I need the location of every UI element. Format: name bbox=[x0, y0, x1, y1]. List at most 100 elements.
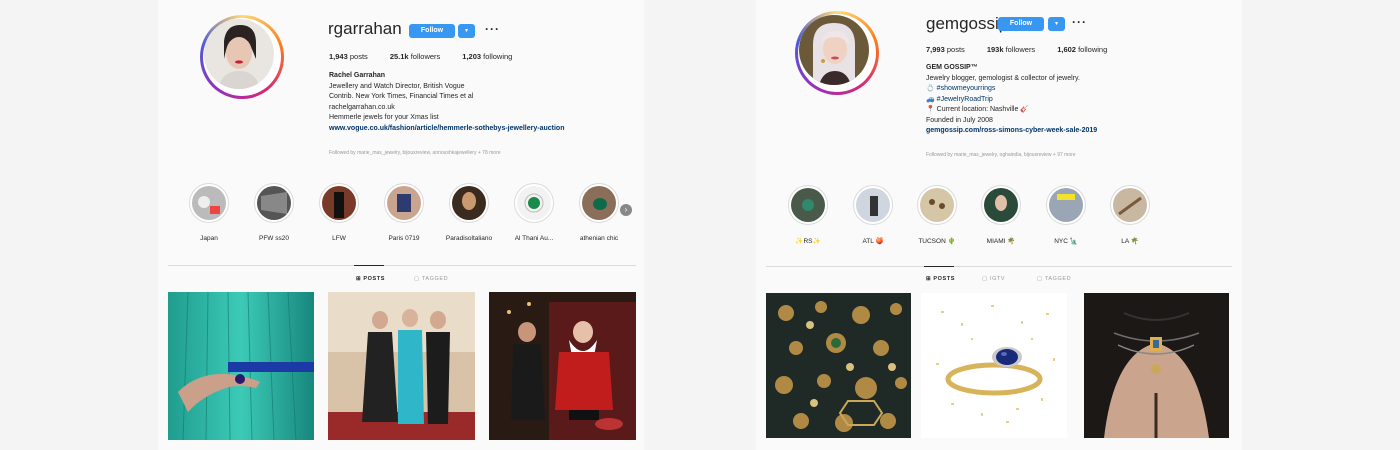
bio-line: Contrib. New York Times, Financial Times… bbox=[329, 93, 474, 100]
bio-website-link[interactable]: gemgossip.com/ross-simons-cyber-week-sal… bbox=[926, 126, 1097, 137]
highlight-pfw-ss20[interactable]: PFW ss20 bbox=[244, 183, 304, 242]
highlight-cover bbox=[791, 188, 825, 222]
follow-button[interactable]: Follow bbox=[998, 17, 1044, 31]
highlight-paris-0719[interactable]: Paris 0719 bbox=[374, 183, 434, 242]
avatar-photo bbox=[799, 15, 869, 85]
highlight-label: LA 🌴 bbox=[1121, 238, 1139, 245]
highlight-label: NYC 🗽 bbox=[1054, 238, 1078, 245]
car-icon: 🚙 bbox=[926, 95, 935, 103]
tab-igtv[interactable]: ▢ IGTV bbox=[982, 276, 1005, 282]
highlight-label: Paradisoltaliano bbox=[445, 235, 493, 242]
username: gemgossip bbox=[926, 14, 1009, 33]
highlights-next-icon[interactable]: › bbox=[620, 204, 632, 216]
follow-button[interactable]: Follow bbox=[409, 24, 455, 38]
tab-tagged[interactable]: ▢ TAGGED bbox=[1037, 276, 1071, 282]
active-tab-indicator bbox=[354, 265, 384, 266]
post-image bbox=[921, 293, 1067, 438]
highlight-cover bbox=[387, 186, 421, 220]
highlight-label: ✨RS✨ bbox=[795, 238, 821, 245]
highlight-cover bbox=[452, 186, 486, 220]
avatar-photo bbox=[204, 19, 274, 89]
highlight-cover bbox=[1113, 188, 1147, 222]
post-image bbox=[489, 292, 636, 440]
post-thumbnail[interactable] bbox=[766, 293, 911, 438]
more-options-icon[interactable]: ··· bbox=[1072, 15, 1087, 29]
bio-line: Founded in July 2008 bbox=[926, 116, 993, 124]
highlight-label: LFW bbox=[332, 235, 346, 242]
highlight-label: athenian chic bbox=[579, 235, 619, 242]
highlight-lfw[interactable]: LFW bbox=[309, 183, 369, 242]
suggestions-dropdown-button[interactable]: ▾ bbox=[1048, 17, 1065, 31]
highlight-japan[interactable]: Japan bbox=[179, 183, 239, 242]
post-image bbox=[766, 293, 911, 438]
tabs-divider bbox=[766, 266, 1232, 267]
profile-stats: 7,993 posts 193k followers 1,602 followi… bbox=[926, 45, 1107, 54]
post-thumbnail[interactable] bbox=[168, 292, 314, 440]
profile-bio: GEM GOSSIP™ Jewelry blogger, gemologist … bbox=[926, 63, 1097, 137]
highlight-label: Al Thani Au... bbox=[514, 235, 554, 242]
highlight-cover bbox=[192, 186, 226, 220]
highlight-tucson[interactable]: TUCSON 🌵 bbox=[907, 185, 967, 245]
highlight-label: PFW ss20 bbox=[259, 235, 289, 242]
post-thumbnail[interactable] bbox=[489, 292, 636, 440]
profile-panel-rgarrahan: rgarrahan ✓ Follow ▾ ··· 1,943 posts 25.… bbox=[158, 0, 644, 450]
tabs-divider bbox=[168, 265, 636, 266]
highlight-al-thani[interactable]: Al Thani Au... bbox=[504, 183, 564, 242]
bio-line: Jewelry blogger, gemologist & collector … bbox=[926, 74, 1080, 82]
highlight-cover bbox=[1049, 188, 1083, 222]
suggestions-dropdown-button[interactable]: ▾ bbox=[458, 24, 475, 38]
post-thumbnail[interactable] bbox=[1084, 293, 1229, 438]
username: rgarrahan bbox=[328, 19, 402, 38]
posts-count: 7,993 posts bbox=[926, 45, 965, 54]
following-count[interactable]: 1,602 following bbox=[1057, 45, 1107, 54]
highlight-label: Paris 0719 bbox=[388, 235, 420, 242]
tab-posts[interactable]: ⊞ POSTS bbox=[926, 276, 955, 282]
bio-line: Jewellery and Watch Director, British Vo… bbox=[329, 82, 465, 90]
bio-location-line: 📍 Current location: Nashville 🎸 bbox=[926, 106, 1030, 113]
pin-icon: 📍 bbox=[926, 106, 935, 113]
highlight-label: ATL 🍑 bbox=[862, 238, 884, 245]
highlight-nyc[interactable]: NYC 🗽 bbox=[1036, 185, 1096, 245]
highlight-rs[interactable]: ✨RS✨ bbox=[778, 185, 838, 245]
highlight-la[interactable]: LA 🌴 bbox=[1100, 185, 1160, 245]
followers-count[interactable]: 193k followers bbox=[987, 45, 1035, 54]
hashtag-link[interactable]: #showmeyourrings bbox=[937, 85, 996, 92]
post-image bbox=[168, 292, 314, 440]
highlight-miami[interactable]: MIAMI 🌴 bbox=[971, 185, 1031, 245]
profile-avatar[interactable] bbox=[200, 15, 284, 99]
full-name: GEM GOSSIP™ bbox=[926, 64, 978, 71]
highlight-cover bbox=[322, 186, 356, 220]
highlight-cover bbox=[257, 186, 291, 220]
followed-by-text[interactable]: Followed by marie_mas_jewelry, bijouxrev… bbox=[329, 150, 501, 156]
post-thumbnail[interactable] bbox=[921, 293, 1067, 438]
bio-hashtag-line: 🚙 #JewelryRoadTrip bbox=[926, 95, 1097, 106]
bio-line: Hemmerle jewels for your Xmas list bbox=[329, 114, 439, 121]
hashtag-link[interactable]: #JewelryRoadTrip bbox=[937, 96, 993, 103]
bio-hashtag-line: 💍 #showmeyourrings bbox=[926, 84, 1097, 95]
highlight-cover bbox=[856, 188, 890, 222]
followers-count[interactable]: 25.1k followers bbox=[390, 52, 440, 61]
highlight-cover bbox=[920, 188, 954, 222]
highlight-label: Japan bbox=[200, 235, 218, 242]
highlight-cover bbox=[517, 186, 551, 220]
post-image bbox=[328, 292, 475, 440]
following-count[interactable]: 1,203 following bbox=[462, 52, 512, 61]
highlight-paradisoltaliano[interactable]: Paradisoltaliano bbox=[439, 183, 499, 242]
highlight-cover bbox=[582, 186, 616, 220]
tab-tagged[interactable]: ▢ TAGGED bbox=[414, 276, 448, 282]
more-options-icon[interactable]: ··· bbox=[485, 22, 500, 36]
profile-bio: Rachel Garrahan Jewellery and Watch Dire… bbox=[329, 71, 564, 134]
highlight-atl[interactable]: ATL 🍑 bbox=[843, 185, 903, 245]
bio-website-link[interactable]: www.vogue.co.uk/fashion/article/hemmerle… bbox=[329, 124, 564, 135]
bio-line: rachelgarrahan.co.uk bbox=[329, 103, 395, 111]
active-tab-indicator bbox=[924, 266, 954, 267]
highlight-cover bbox=[984, 188, 1018, 222]
post-thumbnail[interactable] bbox=[328, 292, 475, 440]
followed-by-text[interactable]: Followed by marie_mas_jewelry, oghaindia… bbox=[926, 152, 1076, 158]
highlight-label: TUCSON 🌵 bbox=[918, 238, 956, 245]
ring-icon: 💍 bbox=[926, 85, 935, 92]
tab-posts[interactable]: ⊞ POSTS bbox=[356, 276, 385, 282]
profile-panel-gemgossip: gemgossip Follow ▾ ··· 7,993 posts 193k … bbox=[756, 0, 1242, 450]
profile-avatar[interactable] bbox=[795, 11, 879, 95]
posts-count: 1,943 posts bbox=[329, 52, 368, 61]
